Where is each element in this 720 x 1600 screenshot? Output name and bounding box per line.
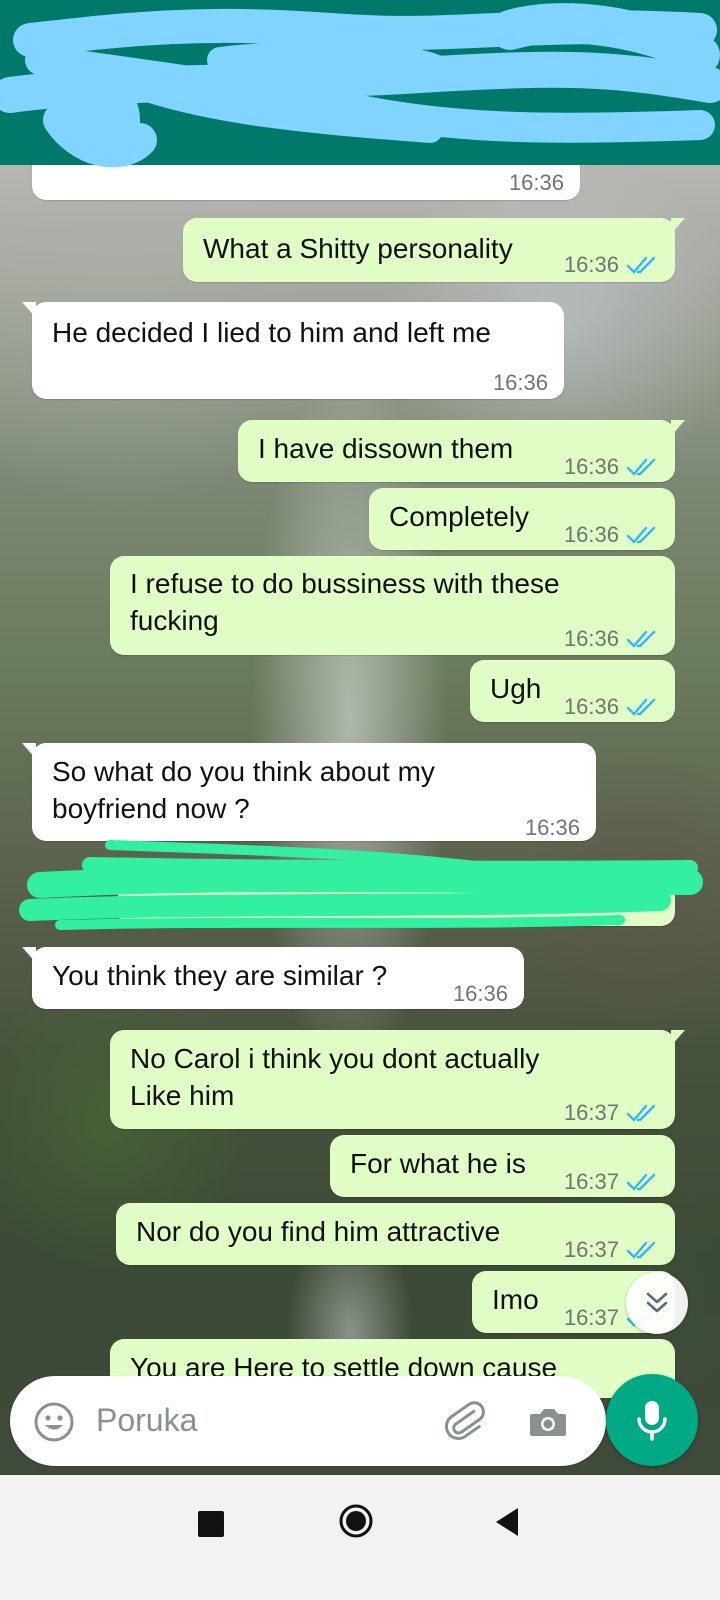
double-check-icon <box>626 458 656 476</box>
message-text: What a Shitty personality <box>203 233 513 264</box>
outgoing-message[interactable]: For what he is 16:37 <box>330 1135 675 1197</box>
outgoing-message[interactable]: I refuse to do bussiness with these fuck… <box>110 556 675 655</box>
message-time: 16:37 <box>563 1169 619 1194</box>
message-time: 16:36 <box>563 626 619 651</box>
microphone-icon <box>637 1401 667 1441</box>
message-input[interactable]: Poruka <box>96 1402 197 1439</box>
message-time: 16:36 <box>563 252 619 277</box>
message-text: I have dissown them <box>258 433 514 464</box>
message-time: 16:36 <box>492 370 548 395</box>
message-composer[interactable]: Poruka <box>10 1376 606 1466</box>
message-text: Imo <box>492 1284 539 1315</box>
message-text: He decided I lied to him and left me <box>52 317 491 348</box>
message-time: 16:36 <box>563 522 619 547</box>
message-text: For what he is <box>350 1148 526 1179</box>
message-list[interactable]: 16:36 What a Shitty personality 16:36 He… <box>0 0 720 1398</box>
double-check-icon <box>626 256 656 274</box>
message-time: 16:36 <box>563 454 619 479</box>
message-status: 16:36 <box>564 620 659 657</box>
message-time: 16:36 <box>452 981 508 1006</box>
incoming-message[interactable]: So what do you think about my boyfriend … <box>22 743 596 841</box>
message-status: 16:36 <box>564 246 659 283</box>
scroll-to-bottom-button[interactable] <box>626 1272 688 1334</box>
message-text-line: Like him <box>130 1080 235 1111</box>
message-text-line: fucking <box>130 605 219 636</box>
message-redaction-scribble <box>19 840 703 930</box>
incoming-message[interactable]: He decided I lied to him and left me 16:… <box>22 302 564 399</box>
double-check-icon <box>626 630 656 648</box>
message-status: 16:37 <box>564 1163 659 1200</box>
message-status: 16:37 <box>564 1231 659 1268</box>
voice-record-button[interactable] <box>606 1374 698 1466</box>
message-time: 16:36 <box>563 694 619 719</box>
double-check-icon <box>626 1241 656 1259</box>
message-time: 16:37 <box>563 1237 619 1262</box>
message-text: Nor do you find him attractive <box>136 1216 501 1247</box>
outgoing-message[interactable]: I have dissown them 16:36 <box>238 420 685 485</box>
message-text: Completely <box>389 501 530 532</box>
message-text-line: So what do you think about my <box>52 756 435 787</box>
back-button[interactable] <box>492 1505 522 1539</box>
double-check-icon <box>626 1173 656 1191</box>
message-status: 16:36 <box>564 516 659 553</box>
header-redaction-scribble <box>0 3 720 168</box>
message-time: 16:37 <box>563 1100 619 1125</box>
incoming-message[interactable]: You think they are similar ? 16:36 <box>22 947 524 1009</box>
double-chevron-down-icon <box>646 1292 668 1313</box>
message-status: 16:36 <box>564 688 659 725</box>
recent-apps-button[interactable] <box>198 1511 224 1537</box>
home-button[interactable] <box>338 1503 374 1539</box>
message-status: 16:36 <box>564 448 659 485</box>
double-check-icon <box>626 1104 656 1122</box>
paperclip-icon[interactable] <box>442 1398 488 1444</box>
double-check-icon <box>626 698 656 716</box>
outgoing-message[interactable]: What a Shitty personality 16:36 <box>183 218 685 283</box>
message-text: Ugh <box>490 673 542 704</box>
camera-icon[interactable] <box>526 1400 570 1444</box>
double-check-icon <box>626 526 656 544</box>
message-time: 16:37 <box>563 1305 619 1330</box>
message-text-line: boyfriend now ? <box>52 793 250 824</box>
message-text-line: No Carol i think you dont actually <box>130 1043 540 1074</box>
outgoing-message[interactable]: Nor do you find him attractive 16:37 <box>116 1203 675 1265</box>
emoji-icon[interactable] <box>32 1400 76 1444</box>
message-text: You think they are similar ? <box>52 960 388 991</box>
outgoing-message[interactable]: No Carol i think you dont actually Like … <box>110 1030 685 1131</box>
message-status: 16:37 <box>564 1094 659 1131</box>
message-text-line: I refuse to do bussiness with these <box>130 568 560 599</box>
system-navigation-bar <box>0 1475 720 1600</box>
outgoing-message[interactable]: Ugh 16:36 <box>470 660 675 722</box>
outgoing-message[interactable]: Completely 16:36 <box>369 488 675 550</box>
